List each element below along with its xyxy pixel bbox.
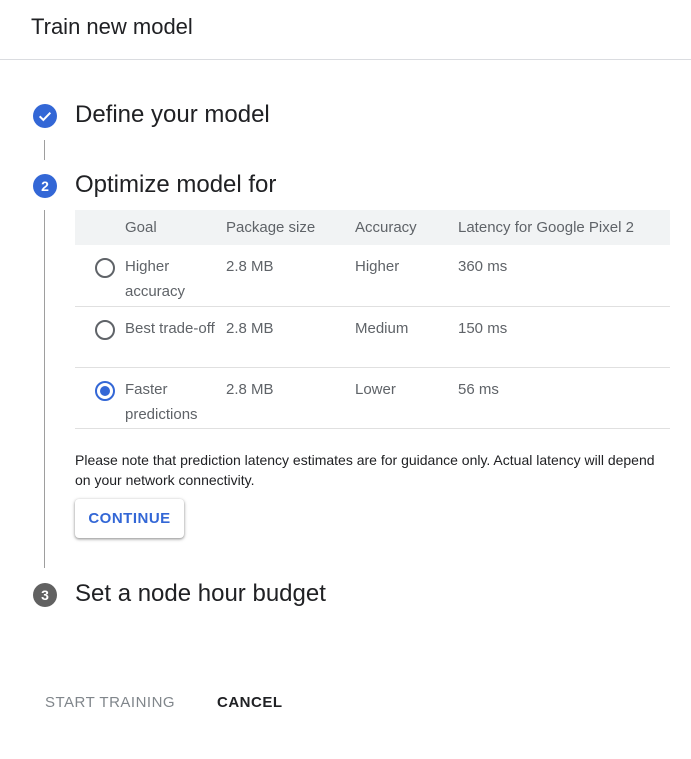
column-header-goal: Goal xyxy=(125,219,157,236)
step-1-title[interactable]: Define your model xyxy=(75,101,270,129)
latency-value: 360 ms xyxy=(458,258,508,275)
step-3-title[interactable]: Set a node hour budget xyxy=(75,580,326,608)
step-connector-2 xyxy=(44,210,45,568)
continue-button[interactable]: CONTINUE xyxy=(75,499,184,538)
table-row[interactable]: Faster predictions 2.8 MB Lower 56 ms xyxy=(75,367,670,428)
table-row[interactable]: Higher accuracy 2.8 MB Higher 360 ms xyxy=(75,245,670,306)
dialog-header: Train new model xyxy=(0,0,691,60)
goal-label: Higher accuracy xyxy=(125,258,186,300)
step-connector-1 xyxy=(44,140,45,160)
goal-radio-faster-predictions[interactable] xyxy=(95,380,115,401)
cancel-button[interactable]: CANCEL xyxy=(217,694,283,711)
table-row[interactable]: Best trade-off 2.8 MB Medium 150 ms xyxy=(75,306,670,367)
latency-value: 56 ms xyxy=(458,380,499,398)
column-header-accuracy: Accuracy xyxy=(355,219,417,236)
step-1-check-icon xyxy=(33,104,57,128)
column-header-latency: Latency for Google Pixel 2 xyxy=(458,219,634,236)
latency-note: Please note that prediction latency esti… xyxy=(75,452,655,488)
goal-radio-best-trade-off[interactable] xyxy=(95,319,115,340)
column-header-package-size: Package size xyxy=(226,219,316,236)
start-training-button[interactable]: START TRAINING xyxy=(45,694,175,711)
goal-label: Faster predictions xyxy=(125,380,198,423)
accuracy-value: Lower xyxy=(355,380,396,398)
accuracy-value: Medium xyxy=(355,319,409,337)
goal-label: Best trade-off xyxy=(125,319,215,337)
goal-radio-higher-accuracy[interactable] xyxy=(95,258,115,278)
step-2-number-badge: 2 xyxy=(33,174,57,198)
package-size-value: 2.8 MB xyxy=(226,319,274,337)
package-size-value: 2.8 MB xyxy=(226,380,274,398)
latency-value: 150 ms xyxy=(458,319,508,337)
step-3-number-badge: 3 xyxy=(33,583,57,607)
accuracy-value: Higher xyxy=(355,258,400,275)
package-size-value: 2.8 MB xyxy=(226,258,274,275)
dialog-title: Train new model xyxy=(31,14,193,39)
check-icon xyxy=(38,111,52,122)
optimization-goals-table: Goal Package size Accuracy Latency for G… xyxy=(75,210,670,429)
step-2-title: Optimize model for xyxy=(75,171,277,198)
table-header-row: Goal Package size Accuracy Latency for G… xyxy=(75,210,670,245)
